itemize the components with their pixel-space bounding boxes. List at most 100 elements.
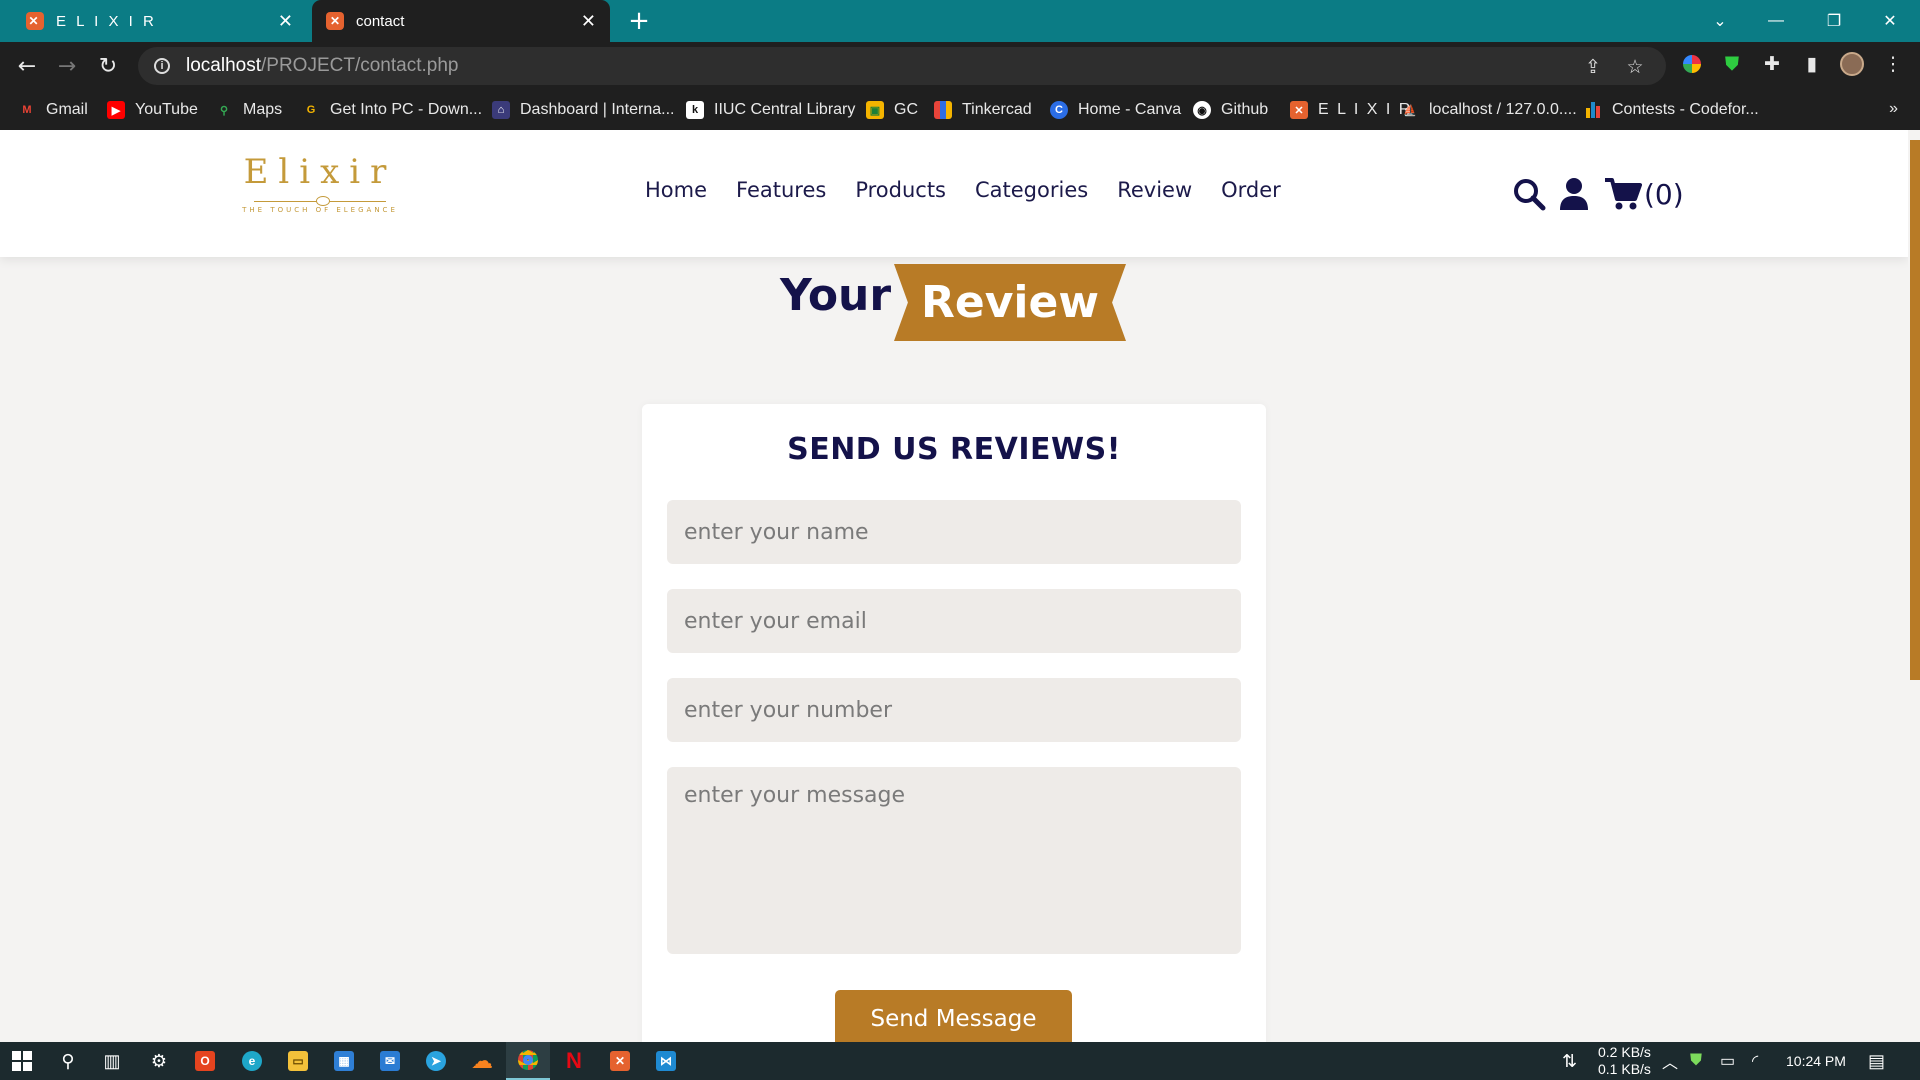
bookmark-getintopc[interactable]: G Get Into PC - Down...: [302, 90, 482, 130]
xampp-icon: ✕: [26, 12, 44, 30]
search-icon[interactable]: [1512, 174, 1546, 214]
nav-home[interactable]: Home: [645, 178, 707, 202]
extension-multicolor-icon[interactable]: [1678, 50, 1706, 78]
settings-gear-icon[interactable]: ⚙: [137, 1042, 181, 1080]
bookmark-youtube[interactable]: ▶ YouTube: [107, 90, 198, 130]
university-icon: ⌂: [492, 101, 510, 119]
site-info-icon[interactable]: i: [154, 58, 170, 74]
cloud-app-icon[interactable]: ☁: [460, 1042, 504, 1080]
close-tab-icon[interactable]: ✕: [581, 11, 596, 32]
mail-icon[interactable]: ✉: [368, 1042, 412, 1080]
nav-features[interactable]: Features: [736, 178, 826, 202]
bookmark-localhost-phpmyadmin[interactable]: ⛵ localhost / 127.0.0....: [1401, 90, 1577, 130]
bookmark-gmail[interactable]: M Gmail: [18, 90, 87, 130]
logo-tagline: THE TOUCH OF ELEGANCE: [242, 206, 398, 214]
bookmark-codeforces[interactable]: Contests - Codefor...: [1584, 90, 1759, 130]
chevron-up-icon[interactable]: ︿: [1662, 1042, 1678, 1080]
office-icon[interactable]: O: [183, 1042, 227, 1080]
chrome-icon[interactable]: [506, 1042, 550, 1080]
bookmark-elixir[interactable]: ✕ E L I X I R: [1290, 90, 1412, 130]
windows-start-icon[interactable]: [0, 1042, 44, 1080]
section-heading: Your Review: [0, 262, 1908, 342]
browser-tab-contact[interactable]: ✕ contact ✕: [312, 0, 610, 42]
minimize-icon[interactable]: —: [1752, 0, 1800, 42]
nav-review[interactable]: Review: [1117, 178, 1192, 202]
close-window-icon[interactable]: ✕: [1866, 0, 1914, 42]
reload-icon[interactable]: ↻: [92, 50, 124, 82]
netflix-icon[interactable]: N: [552, 1042, 596, 1080]
edge-icon[interactable]: e: [230, 1042, 274, 1080]
youtube-icon: ▶: [107, 101, 125, 119]
browser-tab-strip: ✕ E L I X I R ✕ ✕ contact ✕ + ⌄ — ❐ ✕: [0, 0, 1920, 42]
bookmark-dashboard[interactable]: ⌂ Dashboard | Interna...: [492, 90, 674, 130]
nav-categories[interactable]: Categories: [975, 178, 1088, 202]
address-bar[interactable]: i localhost/PROJECT/contact.php ⇪ ☆: [138, 47, 1666, 85]
bookmarks-overflow-button[interactable]: »: [1889, 100, 1898, 118]
email-input[interactable]: [667, 589, 1241, 653]
page-scrollbar-thumb[interactable]: [1910, 140, 1920, 680]
bookmark-canva[interactable]: C Home - Canva: [1050, 90, 1181, 130]
canva-icon: C: [1050, 101, 1068, 119]
tinkercad-icon: [934, 101, 952, 119]
gmail-icon: M: [22, 104, 32, 116]
url-host: localhost: [186, 55, 261, 76]
profile-avatar[interactable]: [1838, 50, 1866, 78]
xampp-icon[interactable]: ✕: [598, 1042, 642, 1080]
back-arrow-icon[interactable]: ←: [11, 50, 43, 82]
bookmark-star-icon[interactable]: ☆: [1620, 52, 1650, 82]
heading-your: Your: [780, 270, 892, 321]
shopping-cart-icon: [1605, 178, 1642, 210]
battery-icon[interactable]: ▭: [1720, 1042, 1735, 1080]
nav-order[interactable]: Order: [1221, 178, 1281, 202]
bookmark-maps[interactable]: ⚲ Maps: [215, 90, 282, 130]
bookmarks-bar: M Gmail ▶ YouTube ⚲ Maps G Get Into PC - Dow…: [0, 90, 1920, 130]
network-speed-meter: 0.2 KB/s 0.1 KB/s: [1598, 1042, 1651, 1080]
clock[interactable]: 10:24 PM: [1786, 1042, 1846, 1080]
bookmark-github[interactable]: ◉ Github: [1193, 90, 1268, 130]
vscode-icon[interactable]: ⋈: [644, 1042, 688, 1080]
defender-shield-icon[interactable]: ⛊: [1690, 1042, 1702, 1080]
elixir-logo[interactable]: Elixir THE TOUCH OF ELEGANCE: [240, 152, 400, 222]
browser-tab-elixir[interactable]: ✕ E L I X I R ✕: [12, 0, 310, 42]
shield-extension-icon[interactable]: ⛊: [1718, 50, 1746, 78]
telegram-icon[interactable]: ➤: [414, 1042, 458, 1080]
browser-menu-icon[interactable]: ⋮: [1879, 50, 1907, 78]
tab-search-icon[interactable]: ⌄: [1696, 0, 1744, 42]
file-explorer-icon[interactable]: ▭: [276, 1042, 320, 1080]
notifications-icon[interactable]: ▤: [1868, 1042, 1885, 1080]
heading-review: Review: [921, 277, 1099, 328]
name-input[interactable]: [667, 500, 1241, 564]
site-header: Elixir THE TOUCH OF ELEGANCE Home Featur…: [0, 130, 1908, 257]
send-message-button[interactable]: Send Message: [835, 990, 1072, 1042]
share-icon[interactable]: ⇪: [1578, 52, 1608, 82]
review-form: SEND US REVIEWS! Send Message: [642, 404, 1266, 1042]
extensions-puzzle-icon[interactable]: ✚: [1758, 50, 1786, 78]
net-down-speed: 0.2 KB/s: [1598, 1044, 1651, 1060]
maps-icon: ⚲: [219, 104, 229, 117]
bookmark-iiuc-library[interactable]: k IIUC Central Library: [686, 90, 855, 130]
new-tab-button[interactable]: +: [624, 6, 654, 36]
number-input[interactable]: [667, 678, 1241, 742]
store-icon[interactable]: ▦: [322, 1042, 366, 1080]
nav-products[interactable]: Products: [855, 178, 946, 202]
forward-arrow-icon[interactable]: →: [51, 50, 83, 82]
message-textarea[interactable]: [667, 767, 1241, 954]
search-icon[interactable]: ⚲: [46, 1042, 90, 1080]
cart-button[interactable]: (0): [1604, 174, 1684, 214]
network-speed-arrows-icon: ⇅: [1562, 1050, 1578, 1071]
xampp-icon: ✕: [1290, 101, 1308, 119]
codeforces-icon: [1584, 101, 1602, 119]
restore-icon[interactable]: ❐: [1810, 0, 1858, 42]
user-icon[interactable]: [1559, 174, 1589, 214]
windows-taskbar: ⚲ ▥ ⚙ O e ▭ ▦ ✉ ➤ ☁ N ✕ ⋈ ⇅ 0.2 KB/s 0.1…: [0, 1042, 1920, 1080]
close-tab-icon[interactable]: ✕: [278, 11, 296, 32]
side-panel-icon[interactable]: ▮: [1798, 50, 1826, 78]
wifi-icon[interactable]: ◜: [1752, 1042, 1758, 1080]
logo-ornament: [254, 192, 386, 206]
cart-count: (0): [1644, 177, 1684, 211]
bookmark-tinkercad[interactable]: Tinkercad: [934, 90, 1032, 130]
net-up-speed: 0.1 KB/s: [1598, 1061, 1651, 1077]
url-path: /PROJECT/contact.php: [261, 55, 459, 76]
task-view-icon[interactable]: ▥: [90, 1042, 134, 1080]
bookmark-gc[interactable]: ▣ GC: [866, 90, 918, 130]
